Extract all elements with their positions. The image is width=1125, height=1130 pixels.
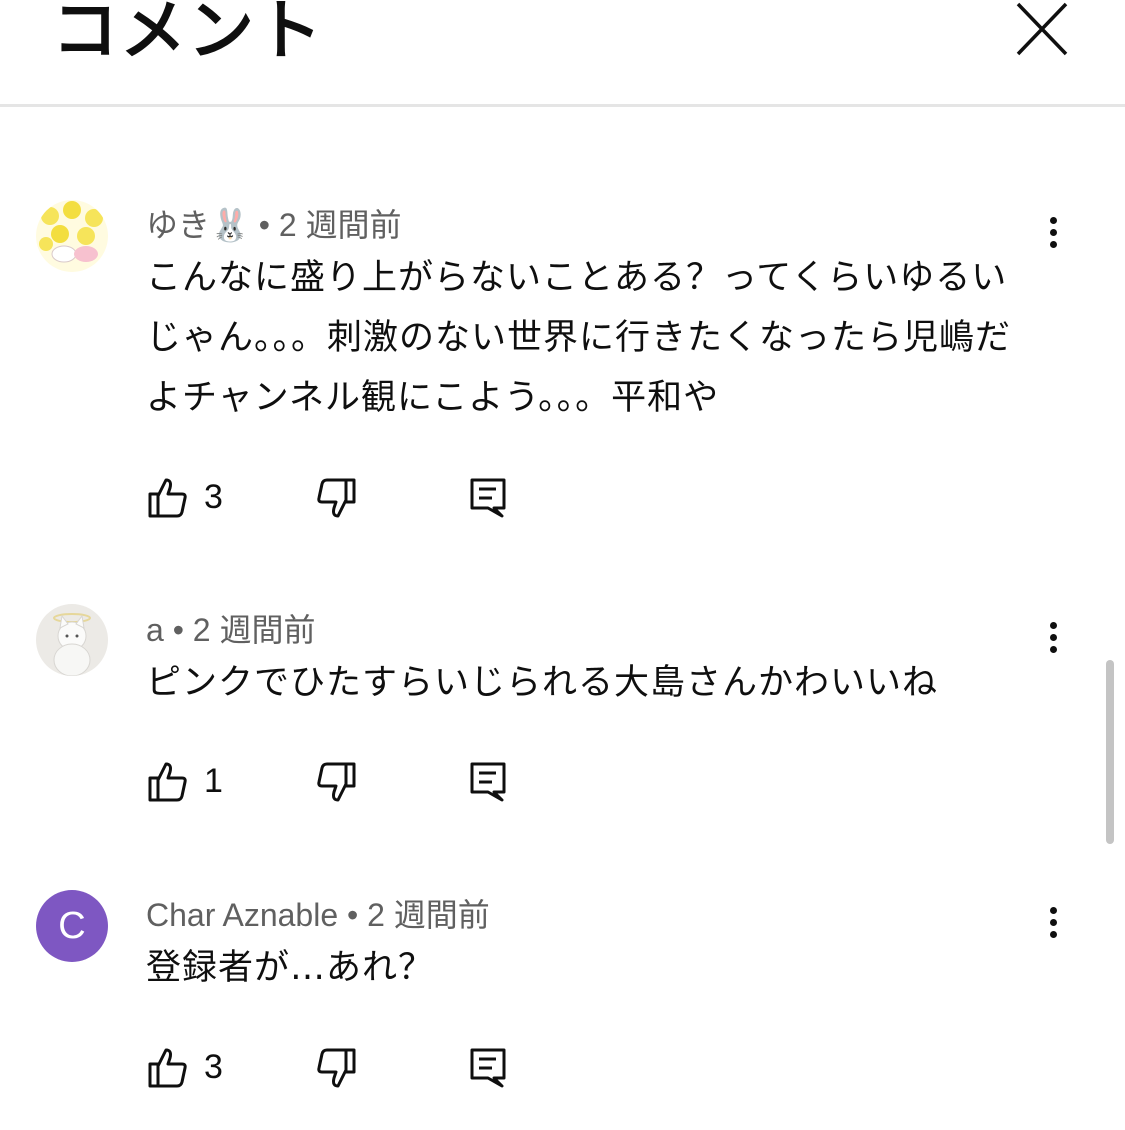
avatar[interactable]: [36, 200, 108, 272]
reply-button[interactable]: [468, 760, 512, 804]
meta-separator: •: [258, 207, 270, 243]
comment-text: 登録者が…あれ？: [146, 948, 435, 988]
comment-actions: 3: [146, 476, 526, 526]
dislike-button[interactable]: [314, 1046, 358, 1090]
comment-time: 2 週間前: [367, 897, 490, 933]
more-options-button[interactable]: [1036, 902, 1070, 948]
comment-actions: 3: [146, 1046, 526, 1096]
close-icon: [1016, 2, 1068, 56]
reply-icon: [470, 762, 506, 802]
author-name[interactable]: a: [146, 612, 164, 648]
comment-meta: ゆき🐰 • 2 週間前: [146, 200, 402, 246]
like-count: 1: [204, 762, 223, 800]
more-options-button[interactable]: [1036, 212, 1070, 258]
more-options-button[interactable]: [1036, 617, 1070, 663]
like-count: 3: [204, 478, 223, 516]
meta-separator: •: [172, 612, 184, 648]
reply-icon: [470, 1048, 506, 1088]
floral-avatar-icon: [36, 200, 108, 272]
avatar[interactable]: [36, 604, 108, 676]
page-title: コメント: [52, 0, 324, 69]
like-count: 3: [204, 1048, 223, 1086]
thumbs-up-icon: [148, 762, 187, 802]
reply-button[interactable]: [468, 1046, 512, 1090]
comment-time: 2 週間前: [278, 207, 402, 243]
avatar[interactable]: C: [36, 890, 108, 962]
author-name[interactable]: Char Aznable: [146, 897, 338, 933]
comment-time: 2 週間前: [192, 612, 316, 648]
thumbs-down-icon: [317, 762, 356, 802]
author-name[interactable]: ゆき🐰: [146, 207, 250, 243]
reply-icon: [470, 478, 506, 518]
thumbs-down-icon: [317, 478, 356, 518]
cat-avatar-icon: [36, 604, 108, 676]
comment-text: こんなに盛り上がらないことある？ってくらいゆるいじゃん。。。刺激のない世界に行き…: [146, 258, 1012, 418]
comment-meta: Char Aznable • 2 週間前: [146, 890, 490, 936]
comment-meta: a • 2 週間前: [146, 605, 315, 651]
meta-separator: •: [347, 897, 359, 933]
dislike-button[interactable]: [314, 760, 358, 804]
dislike-button[interactable]: [314, 476, 358, 520]
scrollbar[interactable]: [1106, 660, 1114, 844]
comment-actions: 1: [146, 760, 526, 810]
thumbs-up-icon: [148, 1048, 187, 1088]
like-button[interactable]: [146, 476, 190, 520]
reply-button[interactable]: [468, 476, 512, 520]
avatar-letter: C: [58, 905, 86, 947]
like-button[interactable]: [146, 760, 190, 804]
comment-text: ピンクでひたすらいじられる大島さんかわいいね: [146, 663, 939, 703]
thumbs-up-icon: [148, 478, 187, 518]
thumbs-down-icon: [317, 1048, 356, 1088]
like-button[interactable]: [146, 1046, 190, 1090]
close-button[interactable]: [1012, 0, 1072, 60]
comments-header: コメント: [0, 0, 1125, 107]
